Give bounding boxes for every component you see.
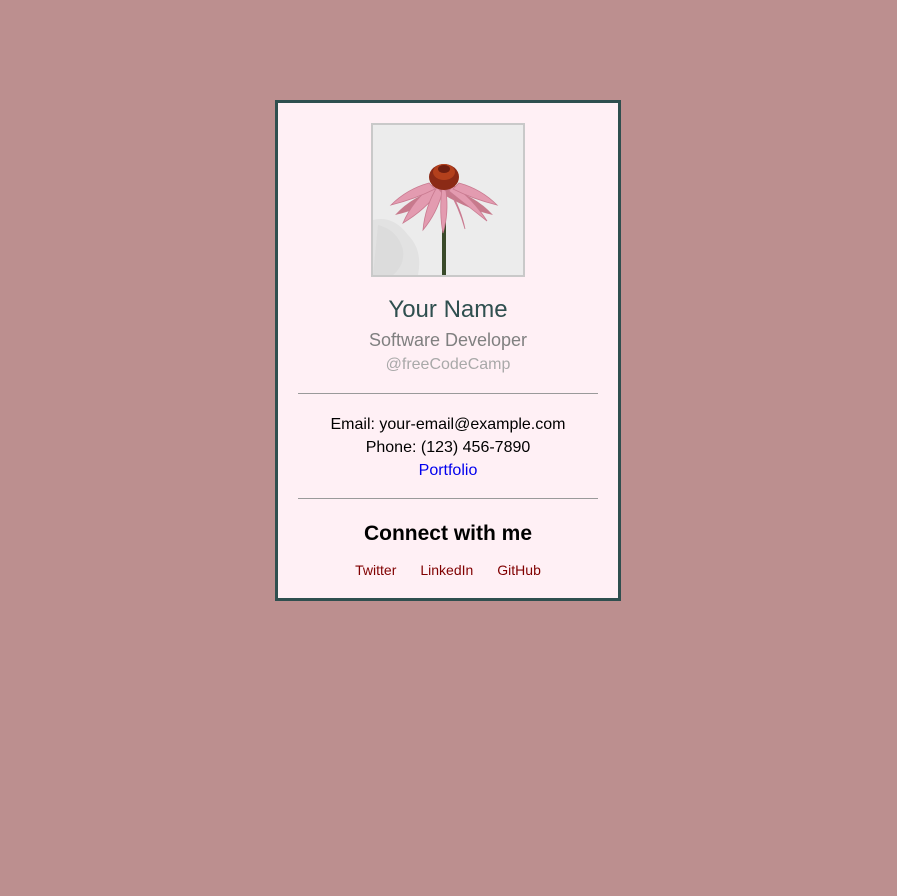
connect-heading: Connect with me bbox=[363, 522, 532, 545]
profile-name: Your Name bbox=[388, 296, 508, 323]
divider bbox=[298, 393, 598, 394]
linkedin-link[interactable]: LinkedIn bbox=[420, 562, 473, 578]
business-card: Your Name Software Developer @freeCodeCa… bbox=[275, 100, 621, 601]
profile-handle: @freeCodeCamp bbox=[385, 356, 511, 373]
profile-image bbox=[371, 123, 525, 277]
portfolio-row: Portfolio bbox=[278, 461, 618, 481]
flower-icon bbox=[373, 125, 523, 275]
email-text: Email: your-email@example.com bbox=[330, 416, 566, 433]
github-link[interactable]: GitHub bbox=[497, 562, 541, 578]
social-links: Twitter LinkedIn GitHub bbox=[278, 562, 618, 578]
twitter-link[interactable]: Twitter bbox=[355, 562, 396, 578]
profile-role: Software Developer bbox=[368, 330, 528, 350]
divider bbox=[298, 498, 598, 499]
portfolio-link[interactable]: Portfolio bbox=[419, 462, 478, 479]
phone-text: Phone: (123) 456-7890 bbox=[365, 439, 531, 456]
